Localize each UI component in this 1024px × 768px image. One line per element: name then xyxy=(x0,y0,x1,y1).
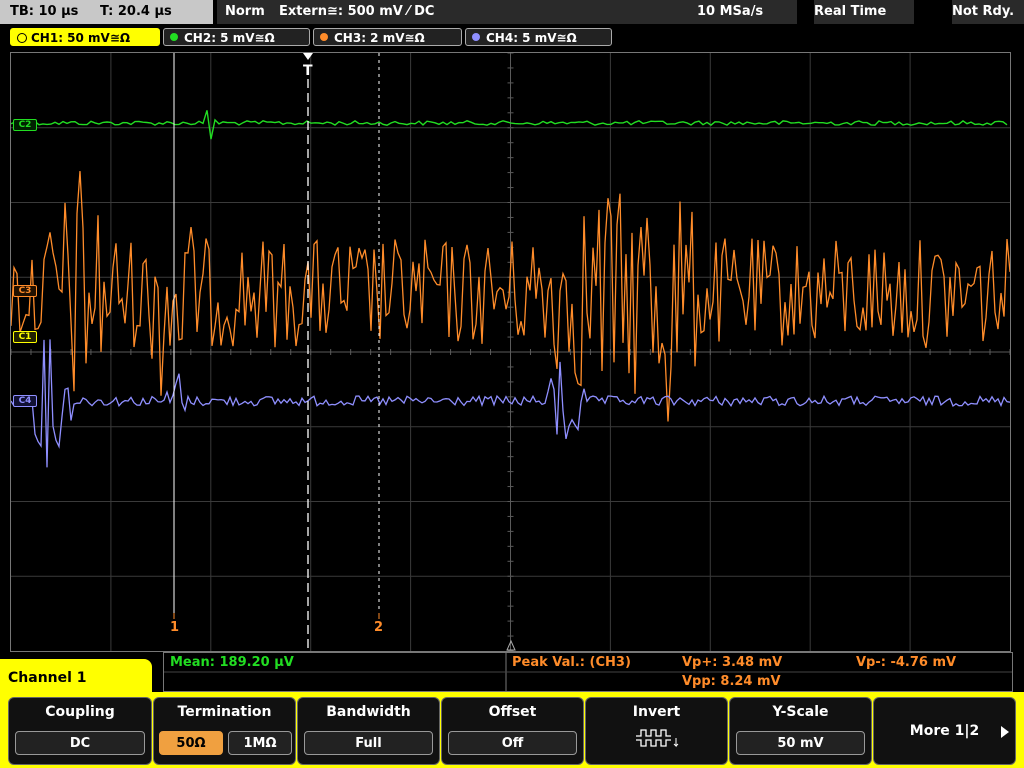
tab-ch3-label: CH3: 2 mV≅Ω xyxy=(334,31,425,45)
ch2-dot-icon xyxy=(170,33,178,41)
softkey-offset[interactable]: Offset Off xyxy=(441,697,584,765)
coupling-value[interactable]: DC xyxy=(15,731,145,755)
ch3-offset-marker[interactable]: C3 xyxy=(13,285,37,297)
ch3-dot-icon xyxy=(320,33,328,41)
softkey-bandwidth[interactable]: Bandwidth Full xyxy=(297,697,440,765)
ch2-trace xyxy=(11,110,1008,140)
acquisition-state: Not Rdy. xyxy=(952,0,1024,24)
ch1-offset-marker[interactable]: C1 xyxy=(13,331,37,343)
tab-ch1-label: CH1: 50 mV≅Ω xyxy=(31,31,131,45)
bandwidth-value[interactable]: Full xyxy=(304,731,433,755)
invert-waveform-icon xyxy=(636,729,679,748)
tab-ch4[interactable]: CH4: 5 mV≅Ω xyxy=(465,28,612,46)
trigger-source[interactable]: Extern≅: 500 mV ⁄ DC xyxy=(275,0,719,24)
tab-ch3[interactable]: CH3: 2 mV≅Ω xyxy=(313,28,462,46)
termination-label: Termination xyxy=(177,704,272,720)
offset-label: Offset xyxy=(488,704,537,720)
tab-ch2[interactable]: CH2: 5 mV≅Ω xyxy=(163,28,310,46)
timebase-value: TB: 10 µs xyxy=(10,4,79,19)
timebase-panel[interactable]: TB: 10 µs T: 20.4 µs xyxy=(0,0,213,24)
cursor-1-label: 1 xyxy=(170,620,180,635)
invert-label: Invert xyxy=(632,704,681,720)
acquisition-mode: Real Time xyxy=(814,0,914,24)
softkey-coupling[interactable]: Coupling DC xyxy=(8,697,152,765)
sample-rate: 10 MSa/s xyxy=(697,0,797,24)
ch1-dot-icon xyxy=(17,33,27,43)
bandwidth-label: Bandwidth xyxy=(326,704,411,720)
trigger-arrow-icon xyxy=(303,53,313,60)
yscale-label: Y-Scale xyxy=(772,704,829,720)
softkey-more[interactable]: More 1|2 xyxy=(873,697,1016,765)
ch4-offset-marker[interactable]: C4 xyxy=(13,395,37,407)
trigger-time-value: T: 20.4 µs xyxy=(100,4,172,19)
waveform-display[interactable]: T 1 2 C2 C3 C1 C4 xyxy=(10,52,1011,652)
ch4-dot-icon xyxy=(472,33,480,41)
tab-ch4-label: CH4: 5 mV≅Ω xyxy=(486,31,577,45)
ch2-offset-marker[interactable]: C2 xyxy=(13,119,37,131)
coupling-label: Coupling xyxy=(45,704,115,720)
vp-plus-readout: Vp+: 3.48 mV xyxy=(682,655,783,670)
grid xyxy=(11,53,1010,651)
measurement-panel: Mean: 189.20 µV Peak Val.: (CH3) Vp+: 3.… xyxy=(163,652,1013,692)
waveform-canvas xyxy=(11,53,1010,651)
vp-minus-readout: Vp-: -4.76 mV xyxy=(856,655,957,670)
cursor-2-label: 2 xyxy=(374,620,384,635)
peak-value-label: Peak Val.: (CH3) xyxy=(512,655,631,670)
trigger-marker-label: T xyxy=(303,63,313,79)
trigger-mode[interactable]: Norm xyxy=(217,0,279,24)
offset-value[interactable]: Off xyxy=(448,731,577,755)
termination-50ohm-button[interactable]: 50Ω xyxy=(159,731,223,755)
arrow-right-icon xyxy=(1001,726,1009,738)
more-label: More 1|2 xyxy=(909,723,980,739)
yscale-value[interactable]: 50 mV xyxy=(736,731,865,755)
tab-ch1[interactable]: CH1: 50 mV≅Ω xyxy=(10,28,160,46)
vpp-readout: Vpp: 8.24 mV xyxy=(682,674,781,689)
termination-1mohm-button[interactable]: 1MΩ xyxy=(228,731,292,755)
mean-readout: Mean: 189.20 µV xyxy=(170,655,294,670)
softkey-yscale[interactable]: Y-Scale 50 mV xyxy=(729,697,872,765)
status-bar: TB: 10 µs T: 20.4 µs Norm Extern≅: 500 m… xyxy=(0,0,1024,25)
tab-ch2-label: CH2: 5 mV≅Ω xyxy=(184,31,275,45)
softkey-termination[interactable]: Termination 50Ω 1MΩ xyxy=(153,697,296,765)
softkey-invert[interactable]: Invert xyxy=(585,697,728,765)
